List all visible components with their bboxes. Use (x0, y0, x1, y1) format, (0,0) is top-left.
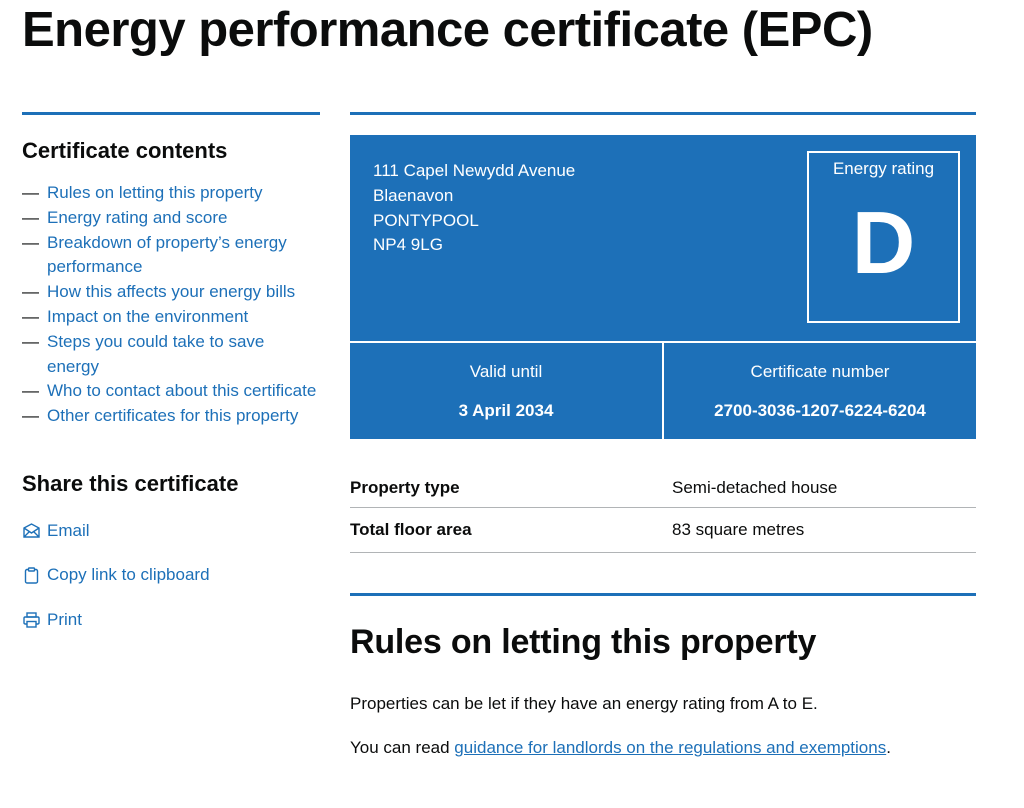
epc-card-top: 111 Capel Newydd Avenue Blaenavon PONTYP… (350, 135, 976, 343)
property-address: 111 Capel Newydd Avenue Blaenavon PONTYP… (373, 159, 575, 258)
epc-card-bottom: Valid until 3 April 2034 Certificate num… (350, 343, 976, 439)
property-type-value: Semi-detached house (672, 478, 838, 497)
certificate-number-value: 2700-3036-1207-6224-6204 (714, 401, 926, 420)
floor-area-value: 83 square metres (672, 520, 805, 539)
contents-link-environment[interactable]: Impact on the environment (47, 307, 248, 326)
energy-rating-letter: D (851, 193, 916, 292)
summary-row-property-type: Property type Semi-detached house (350, 469, 976, 508)
contents-item: — Rules on letting this property (22, 183, 263, 202)
valid-until-cell: Valid until 3 April 2034 (350, 343, 662, 439)
address-line: NP4 9LG (373, 235, 443, 255)
contents-item: — How this affects your energy bills (22, 282, 296, 302)
sidebar: Certificate contents — Rules on letting t… (22, 112, 320, 651)
page-title: Energy performance certificate (EPC) (22, 3, 873, 57)
share-copy-link[interactable]: Copy link to clipboard (22, 562, 320, 588)
valid-until-label: Valid until (469, 362, 543, 381)
energy-rating-box: Energy rating D (807, 151, 960, 323)
address-line: Blaenavon (373, 185, 454, 205)
rules-guidance-paragraph: You can read guidance for landlords on t… (350, 736, 976, 760)
contents-link-contact[interactable]: Who to contact about this certificate (47, 381, 316, 400)
rules-section: Rules on letting this property Propertie… (350, 593, 976, 760)
address-line: 111 Capel Newydd Avenue (373, 161, 576, 180)
contents-item: — Breakdown of property’s energy performa… (22, 232, 287, 277)
contents-item: — Who to contact about this certificate (22, 381, 317, 401)
epc-summary-card: 111 Capel Newydd Avenue Blaenavon PONTYP… (350, 135, 976, 439)
property-type-label: Property type (350, 478, 460, 497)
share-email-label: Email (47, 520, 90, 540)
certificate-number-cell: Certificate number 2700-3036-1207-6224-6… (662, 343, 976, 439)
share-title: Share this certificate (22, 470, 239, 496)
share-list: Email Copy link to clipboard Print (22, 518, 320, 633)
summary-row-floor-area: Total floor area 83 square metres (350, 508, 976, 553)
printer-icon (22, 611, 40, 629)
contents-link-rules[interactable]: Rules on letting this property (47, 183, 262, 202)
contents-title: Certificate contents (22, 138, 228, 163)
guidance-suffix: . (886, 738, 891, 757)
rules-paragraph: Properties can be let if they have an en… (350, 694, 818, 713)
floor-area-label: Total floor area (350, 520, 472, 539)
share-print-label: Print (47, 609, 82, 629)
certificate-number-label: Certificate number (750, 362, 890, 381)
share-email-link[interactable]: Email (22, 518, 320, 544)
contents-item: — Steps you could take to save energy (22, 331, 265, 376)
contents-link-steps[interactable]: Steps you could take to save energy (47, 332, 264, 376)
valid-until-value: 3 April 2034 (458, 401, 554, 420)
guidance-prefix: You can read (350, 738, 455, 757)
main-content: 111 Capel Newydd Avenue Blaenavon PONTYP… (350, 112, 976, 760)
landlord-guidance-link[interactable]: guidance for landlords on the regulation… (454, 738, 886, 757)
contents-link-breakdown[interactable]: Breakdown of property’s energy performan… (47, 233, 287, 277)
contents-link-other-certs[interactable]: Other certificates for this property (47, 406, 298, 425)
contents-item: — Energy rating and score (22, 207, 228, 227)
contents-list: — Rules on letting this property — Energy … (22, 181, 320, 429)
clipboard-icon (22, 566, 40, 584)
contents-link-bills[interactable]: How this affects your energy bills (47, 282, 295, 301)
address-line: PONTYPOOL (373, 210, 479, 230)
page: Energy performance certificate (EPC) Cer… (0, 0, 1024, 808)
contents-link-rating[interactable]: Energy rating and score (47, 208, 228, 227)
envelope-icon (22, 522, 40, 540)
energy-rating-label: Energy rating (832, 159, 935, 178)
share-print-link[interactable]: Print (22, 607, 320, 633)
rules-heading: Rules on letting this property (350, 623, 817, 661)
property-summary-list: Property type Semi-detached house Total … (350, 469, 976, 553)
contents-item: — Impact on the environment (22, 306, 249, 326)
share-copy-label: Copy link to clipboard (47, 565, 210, 585)
contents-item: — Other certificates for this property (22, 406, 299, 426)
